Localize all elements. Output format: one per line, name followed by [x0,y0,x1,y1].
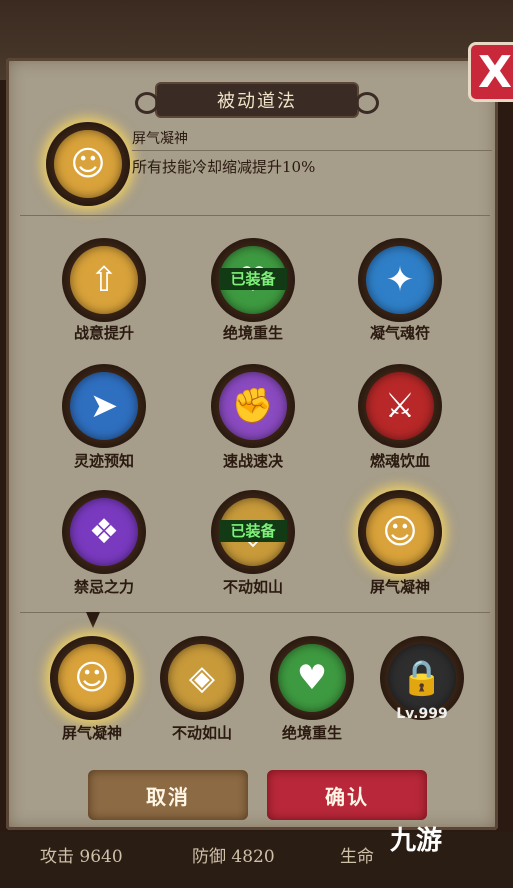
meditation-icon: ☺ [58,644,126,712]
skill-label: 燃魂饮血 [369,452,430,470]
selected-skill-name: 屏气凝神 [132,131,188,147]
divider [20,215,490,216]
meditation-icon: ☺ [366,498,434,566]
shield-icon: ◈ [168,644,236,712]
equipped-badge: 已装备 [219,520,287,542]
skill-jinjizhili[interactable]: ❖ [62,490,146,574]
slot-label: 屏气凝神 [61,724,122,742]
stat-attack: 攻击 9640 [40,847,123,867]
skill-label: 屏气凝神 [369,578,430,596]
slot-1[interactable]: ☺ [50,636,134,720]
close-button[interactable]: X [468,42,513,102]
selected-skill-description: 所有技能冷却缩减提升10% [132,158,316,176]
forbidden-book-icon: ❖ [70,498,138,566]
skill-label: 战意提升 [73,324,134,342]
brand-logo: 九游 [390,826,443,856]
skill-label: 不动如山 [222,578,283,596]
skill-ranhunyinxue[interactable]: ⚔ [358,364,442,448]
stat-hp: 生命 [340,847,374,867]
slot-lock-level: Lv.999 [396,706,448,722]
confirm-button[interactable]: 确认 [267,770,427,820]
talisman-icon: ✦ [366,246,434,314]
slot-label: 不动如山 [171,724,232,742]
stat-defense: 防御 4820 [192,847,275,867]
divider [132,150,492,151]
lock-icon: 🔒 [388,644,456,712]
slot-label: 绝境重生 [281,724,342,742]
skill-zhanyitisheng[interactable]: ⇧ [62,238,146,322]
skill-label: 灵迹预知 [73,452,134,470]
blood-blade-icon: ⚔ [366,372,434,440]
skill-ningqihunfu[interactable]: ✦ [358,238,442,322]
skill-budongrushan[interactable]: ◈已装备 [211,490,295,574]
selected-skill-icon: ☺ [46,122,130,206]
slot-3[interactable]: ♥ [270,636,354,720]
skill-label: 速战速决 [222,452,283,470]
heart-plus-icon: ♥ [278,644,346,712]
fist-icon: ✊ [219,372,287,440]
skill-lingjiyuzhi[interactable]: ➤ [62,364,146,448]
page-title: 被动道法 [135,84,379,116]
cancel-button[interactable]: 取消 [88,770,248,820]
skill-label: 凝气魂符 [369,324,430,342]
skill-label: 绝境重生 [222,324,283,342]
dash-figure-icon: ➤ [70,372,138,440]
slot-2[interactable]: ◈ [160,636,244,720]
skill-pingqiningshen[interactable]: ☺ [358,490,442,574]
close-icon: X [478,46,512,98]
skill-suzhansujue[interactable]: ✊ [211,364,295,448]
down-arrow-icon [86,612,100,628]
equipped-badge: 已装备 [219,268,287,290]
skill-juejingchongsheng[interactable]: ♥已装备 [211,238,295,322]
flame-arrow-icon: ⇧ [70,246,138,314]
skill-label: 禁忌之力 [73,578,134,596]
